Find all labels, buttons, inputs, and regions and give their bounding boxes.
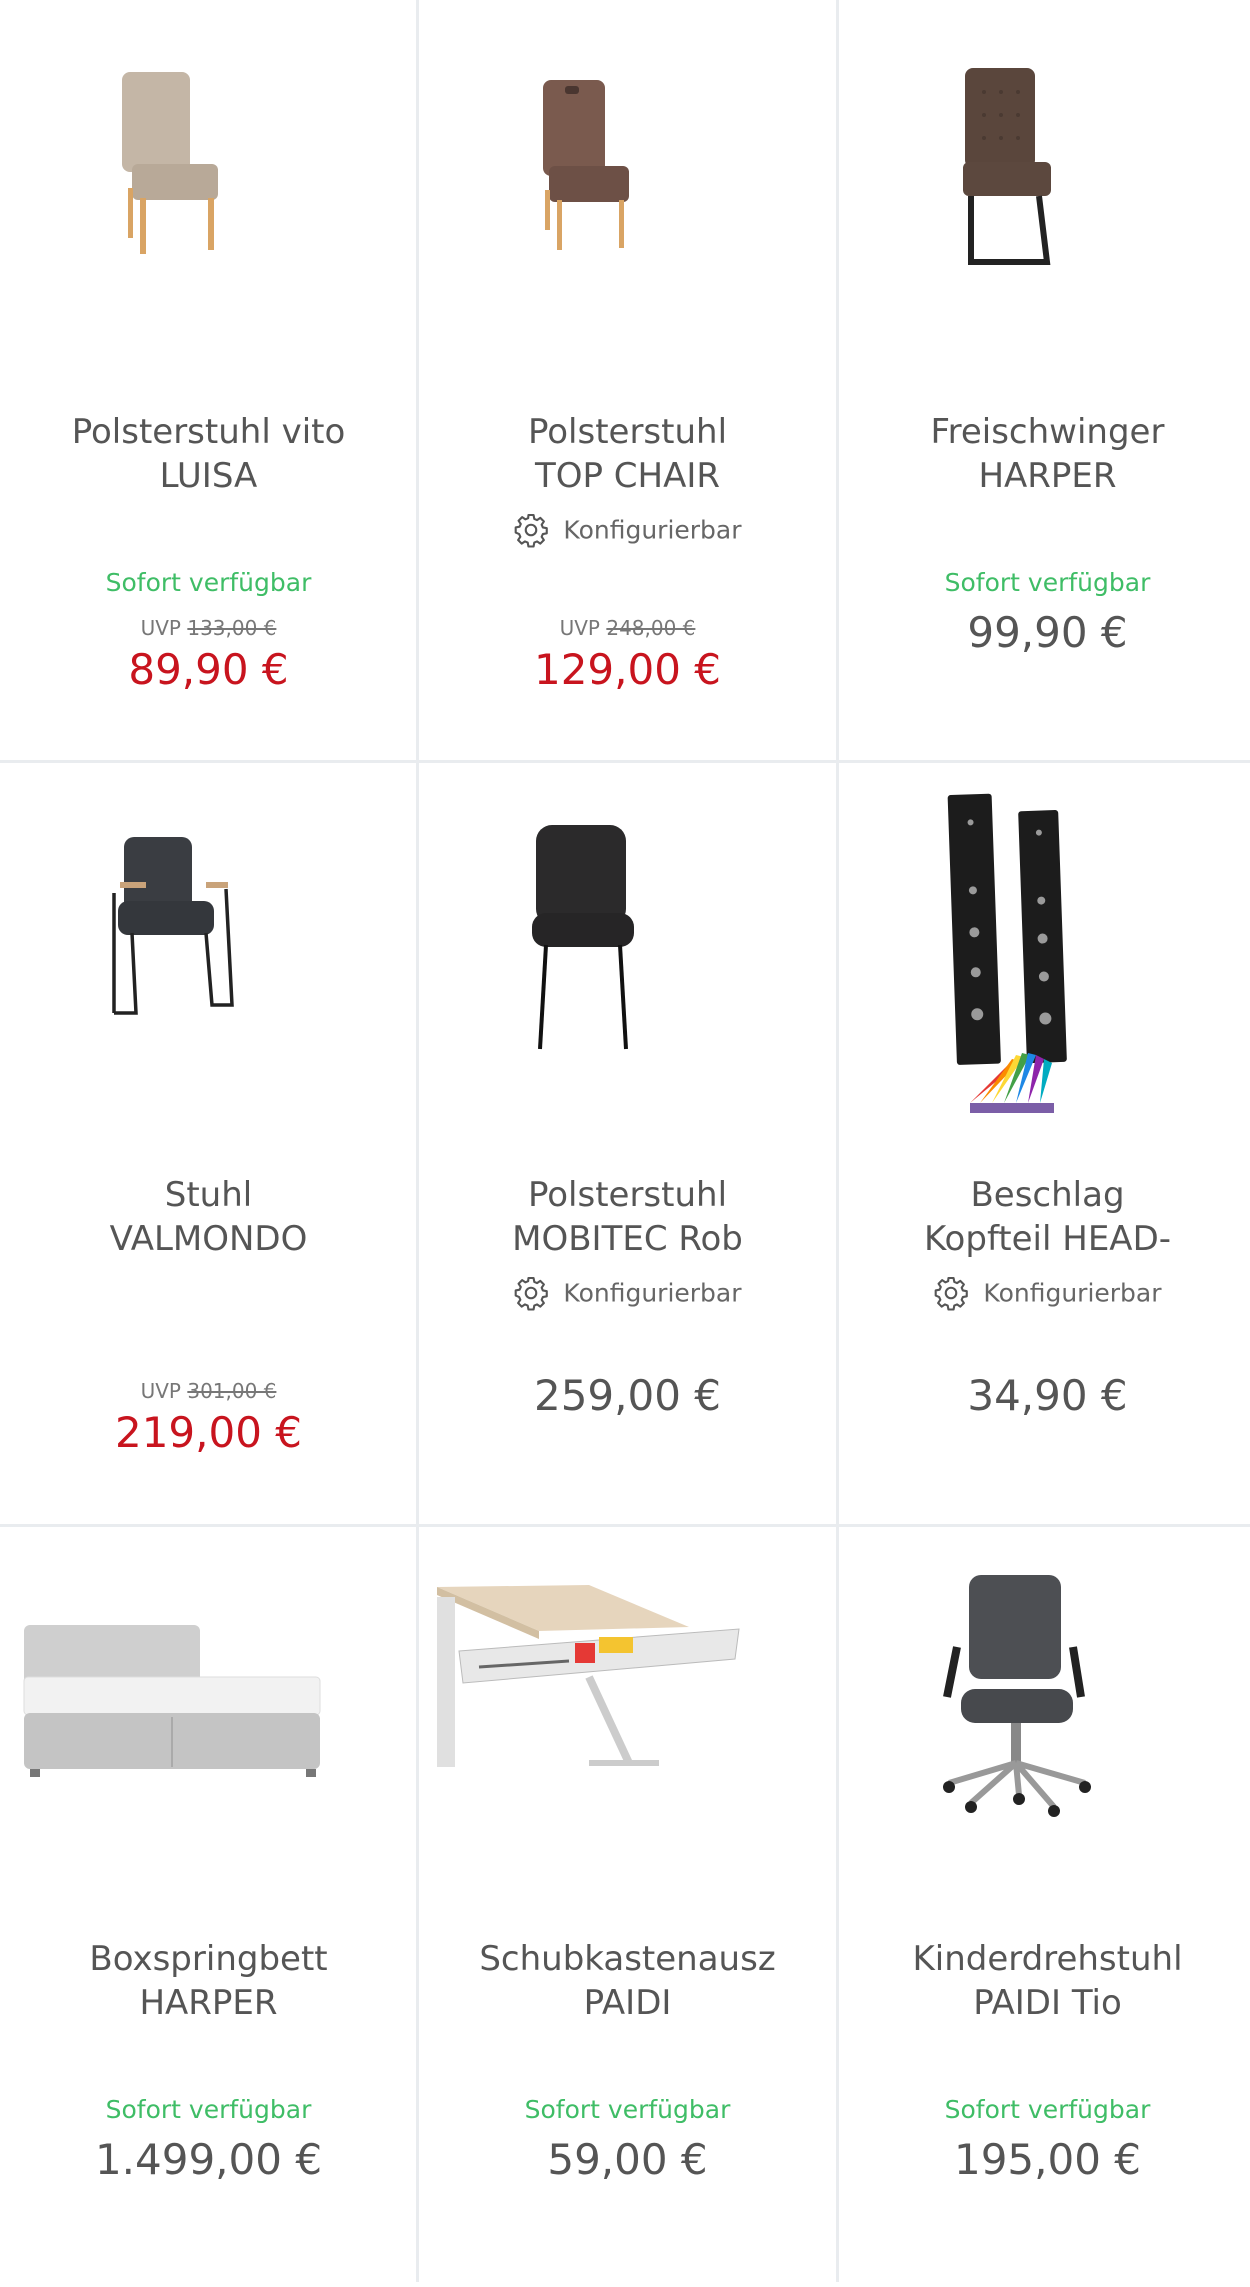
product-title-line: Polsterstuhl [527, 412, 728, 452]
boxspring-bed-icon [23, 1625, 321, 1777]
desk-drawer-icon [437, 1585, 740, 1767]
product-image[interactable] [839, 763, 1250, 1143]
uvp-old-price: 133,00 € [187, 616, 277, 640]
price: 34,90 € [967, 1371, 1128, 1420]
availability-label: Sofort verfügbar [944, 568, 1151, 597]
product-title-line: VALMONDO [109, 1219, 308, 1259]
product-title[interactable]: Stuhl VALMONDO [10, 1173, 407, 1261]
headboard-fitting-icon [947, 793, 1067, 1113]
product-card[interactable]: Boxspringbett HARPER Sofort verfügbar 1.… [0, 1527, 417, 2287]
product-card[interactable]: Freischwinger HARPER Sofort verfügbar 99… [839, 0, 1250, 760]
product-image[interactable] [839, 1527, 1250, 1907]
product-title-line: LUISA [159, 456, 258, 496]
cantilever-chair-icon [963, 68, 1051, 265]
price: 99,90 € [967, 608, 1128, 657]
product-image[interactable] [419, 763, 836, 1143]
price: 1.499,00 € [94, 2135, 323, 2184]
product-title-line: HARPER [139, 1983, 278, 2023]
configurable-badge: Konfigurierbar [419, 512, 836, 552]
product-image[interactable] [419, 0, 836, 380]
brown-upholstered-chair-icon [543, 80, 629, 250]
product-title-line: TOP CHAIR [534, 456, 721, 496]
gear-icon [935, 1276, 969, 1311]
product-card[interactable]: Beschlag Kopfteil HEAD- Konfigurierbar 3… [839, 763, 1250, 1523]
beige-upholstered-chair-icon [122, 72, 218, 254]
availability-label: Sofort verfügbar [524, 2095, 731, 2124]
uvp-price: UVP 301,00 € [0, 1379, 417, 1403]
product-title[interactable]: Polsterstuhl TOP CHAIR [429, 410, 826, 498]
configurable-label: Konfigurierbar [983, 1278, 1162, 1308]
uvp-price: UVP 248,00 € [419, 616, 836, 640]
configurable-label: Konfigurierbar [563, 1278, 742, 1308]
product-card[interactable]: Polsterstuhl MOBITEC Rob Konfigurierbar … [419, 763, 836, 1523]
product-image[interactable] [0, 0, 417, 380]
product-image[interactable] [419, 1527, 836, 1907]
product-title-line: Kinderdrehstuhl [912, 1939, 1183, 1979]
availability-label: Sofort verfügbar [944, 2095, 1151, 2124]
product-card[interactable]: Kinderdrehstuhl PAIDI Tio Sofort verfügb… [839, 1527, 1250, 2287]
configurable-label: Konfigurierbar [563, 515, 742, 545]
product-title-line: Stuhl [164, 1175, 253, 1215]
configurable-badge: Konfigurierbar [839, 1275, 1250, 1315]
uvp-price: UVP 133,00 € [0, 616, 417, 640]
product-card[interactable]: Schubkastenausz PAIDI Sofort verfügbar 5… [419, 1527, 836, 2287]
product-title-line: PAIDI Tio [973, 1983, 1122, 2023]
product-title[interactable]: Freischwinger HARPER [849, 410, 1246, 498]
product-title[interactable]: Schubkastenausz PAIDI [429, 1937, 826, 2025]
office-swivel-chair-icon [943, 1575, 1091, 1817]
product-card[interactable]: Polsterstuhl TOP CHAIR Konfigurierbar UV… [419, 0, 836, 760]
product-image[interactable] [0, 1527, 417, 1907]
product-image[interactable] [0, 763, 417, 1143]
armchair-metal-frame-icon [112, 837, 234, 1015]
price: 59,00 € [547, 2135, 708, 2184]
product-grid: Polsterstuhl vito LUISA Sofort verfügbar… [0, 0, 1250, 2282]
price: 195,00 € [953, 2135, 1142, 2184]
sale-price: 129,00 € [533, 645, 722, 694]
gear-icon [515, 1276, 549, 1311]
uvp-old-price: 248,00 € [606, 616, 696, 640]
product-title-line: Beschlag [970, 1175, 1125, 1215]
product-title-line: Polsterstuhl vito [71, 412, 346, 452]
product-title[interactable]: Beschlag Kopfteil HEAD- [849, 1173, 1246, 1261]
product-title-line: PAIDI [583, 1983, 672, 2023]
uvp-label: UVP [140, 616, 181, 640]
product-title[interactable]: Polsterstuhl MOBITEC Rob [429, 1173, 826, 1261]
sale-price: 89,90 € [128, 645, 289, 694]
price: 259,00 € [533, 1371, 722, 1420]
product-title-line: Freischwinger [930, 412, 1165, 452]
product-title-line: Boxspringbett [89, 1939, 328, 1979]
product-card[interactable]: Polsterstuhl vito LUISA Sofort verfügbar… [0, 0, 417, 760]
product-title[interactable]: Polsterstuhl vito LUISA [10, 410, 407, 498]
product-image[interactable] [839, 0, 1250, 380]
product-title-line: Schubkastenausz [479, 1939, 776, 1979]
uvp-label: UVP [140, 1379, 181, 1403]
product-card[interactable]: Stuhl VALMONDO UVP 301,00 € 219,00 € [0, 763, 417, 1523]
uvp-old-price: 301,00 € [187, 1379, 277, 1403]
availability-label: Sofort verfügbar [105, 568, 312, 597]
black-upholstered-chair-icon [532, 825, 634, 1050]
availability-label: Sofort verfügbar [105, 2095, 312, 2124]
product-title-line: MOBITEC Rob [512, 1219, 743, 1259]
product-title[interactable]: Boxspringbett HARPER [10, 1937, 407, 2025]
uvp-label: UVP [559, 616, 600, 640]
product-title[interactable]: Kinderdrehstuhl PAIDI Tio [849, 1937, 1246, 2025]
sale-price: 219,00 € [114, 1408, 303, 1457]
gear-icon [515, 513, 549, 548]
product-title-line: HARPER [978, 456, 1117, 496]
product-title-line: Polsterstuhl [527, 1175, 728, 1215]
product-title-line: Kopfteil HEAD- [923, 1219, 1172, 1259]
configurable-badge: Konfigurierbar [419, 1275, 836, 1315]
